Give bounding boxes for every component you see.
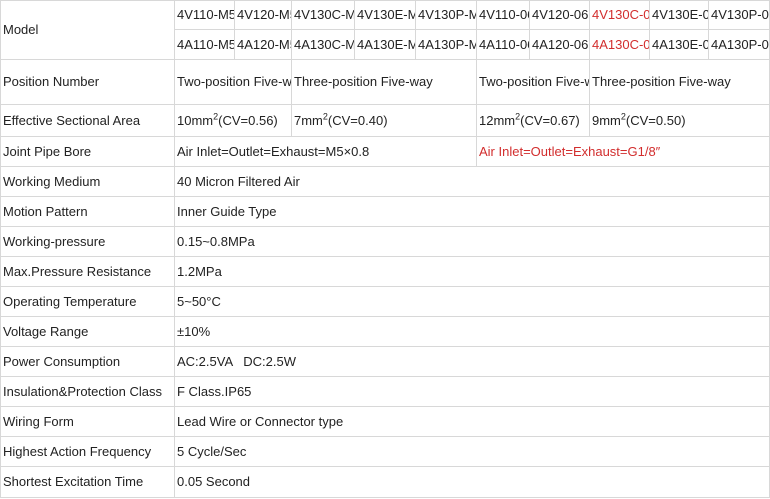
area-row: Effective Sectional Area 10mm2(CV=0.56) … (0, 104, 770, 137)
model-cell: 4V120-M5 (234, 0, 292, 30)
model-cell: 4V130P-M5 (415, 0, 477, 30)
spec-label: Shortest Excitation Time (0, 466, 175, 498)
spec-value: 40 Micron Filtered Air (174, 166, 770, 197)
position-label: Position Number (0, 59, 175, 105)
model-label: Model (0, 0, 175, 60)
spec-label: Max.Pressure Resistance (0, 256, 175, 287)
bore-row: Joint Pipe Bore Air Inlet=Outlet=Exhaust… (0, 136, 770, 167)
area-value-3: 12mm2(CV=0.67) (476, 104, 590, 137)
spec-label: Motion Pattern (0, 196, 175, 227)
spec-label: Working-pressure (0, 226, 175, 257)
spec-label: Wiring Form (0, 406, 175, 437)
spec-value: 0.15~0.8MPa (174, 226, 770, 257)
model-cell: 4V130E-M5 (354, 0, 416, 30)
spec-row: Max.Pressure Resistance 1.2MPa (0, 256, 770, 287)
spec-value: AC:2.5VA DC:2.5W (174, 346, 770, 377)
position-m5-three: Three-position Five-way (291, 59, 477, 105)
spec-label: Insulation&Protection Class (0, 376, 175, 407)
bore-m5-value: Air Inlet=Outlet=Exhaust=M5×0.8 (174, 136, 477, 167)
spec-label: Voltage Range (0, 316, 175, 347)
area-value-2: 7mm2(CV=0.40) (291, 104, 477, 137)
spec-value: Inner Guide Type (174, 196, 770, 227)
model-cell: 4V130E-06 (649, 0, 709, 30)
spec-label: Operating Temperature (0, 286, 175, 317)
model-row-1: Model 4V110-M5 4V120-M5 4V130C-M5 4V130E… (0, 0, 770, 60)
spec-row: Working Medium 40 Micron Filtered Air (0, 166, 770, 197)
spec-label: Power Consumption (0, 346, 175, 377)
model-cell: 4A130E-06 (649, 29, 709, 60)
spec-row: Operating Temperature 5~50°C (0, 286, 770, 317)
model-cell-highlight: 4A130C-06 (589, 29, 650, 60)
model-cell: 4A130E-M5 (354, 29, 416, 60)
spec-row: Power Consumption AC:2.5VA DC:2.5W (0, 346, 770, 377)
area-value-4: 9mm2(CV=0.50) (589, 104, 770, 137)
spec-row: Insulation&Protection Class F Class.IP65 (0, 376, 770, 407)
spec-value: 0.05 Second (174, 466, 770, 498)
model-cell: 4A120-M5 (234, 29, 292, 60)
spec-table: Model 4V110-M5 4V120-M5 4V130C-M5 4V130E… (0, 0, 770, 498)
model-cell: 4V110-M5 (174, 0, 235, 30)
spec-row: Wiring Form Lead Wire or Connector type (0, 406, 770, 437)
spec-row: Working-pressure 0.15~0.8MPa (0, 226, 770, 257)
spec-value: 5 Cycle/Sec (174, 436, 770, 467)
area-label: Effective Sectional Area (0, 104, 175, 137)
model-cell: 4A110-M5 (174, 29, 235, 60)
model-cell: 4V110-06 (476, 0, 530, 30)
spec-row: Highest Action Frequency 5 Cycle/Sec (0, 436, 770, 467)
spec-value: ±10% (174, 316, 770, 347)
spec-value: Lead Wire or Connector type (174, 406, 770, 437)
spec-label: Highest Action Frequency (0, 436, 175, 467)
spec-row: Motion Pattern Inner Guide Type (0, 196, 770, 227)
spec-value: F Class.IP65 (174, 376, 770, 407)
model-cell: 4A120-06 (529, 29, 590, 60)
spec-row: Shortest Excitation Time 0.05 Second (0, 466, 770, 498)
spec-row: Voltage Range ±10% (0, 316, 770, 347)
position-g-two: Two-position Five-way (476, 59, 590, 105)
model-cell: 4V130P-06 (708, 0, 770, 30)
spec-value: 1.2MPa (174, 256, 770, 287)
area-value-1: 10mm2(CV=0.56) (174, 104, 292, 137)
model-cell: 4V130C-M5 (291, 0, 355, 30)
model-cell: 4A130P-M5 (415, 29, 477, 60)
position-row: Position Number Two-position Five-way Th… (0, 59, 770, 105)
model-cell: 4A130C-M5 (291, 29, 355, 60)
bore-label: Joint Pipe Bore (0, 136, 175, 167)
model-cell: 4A110-06 (476, 29, 530, 60)
model-cell: 4V120-06 (529, 0, 590, 30)
spec-value: 5~50°C (174, 286, 770, 317)
bore-g-value: Air Inlet=Outlet=Exhaust=G1/8″ (476, 136, 770, 167)
spec-label: Working Medium (0, 166, 175, 197)
position-m5-two: Two-position Five-way (174, 59, 292, 105)
position-g-three: Three-position Five-way (589, 59, 770, 105)
model-cell: 4A130P-06 (708, 29, 770, 60)
model-cell-highlight: 4V130C-06 (589, 0, 650, 30)
